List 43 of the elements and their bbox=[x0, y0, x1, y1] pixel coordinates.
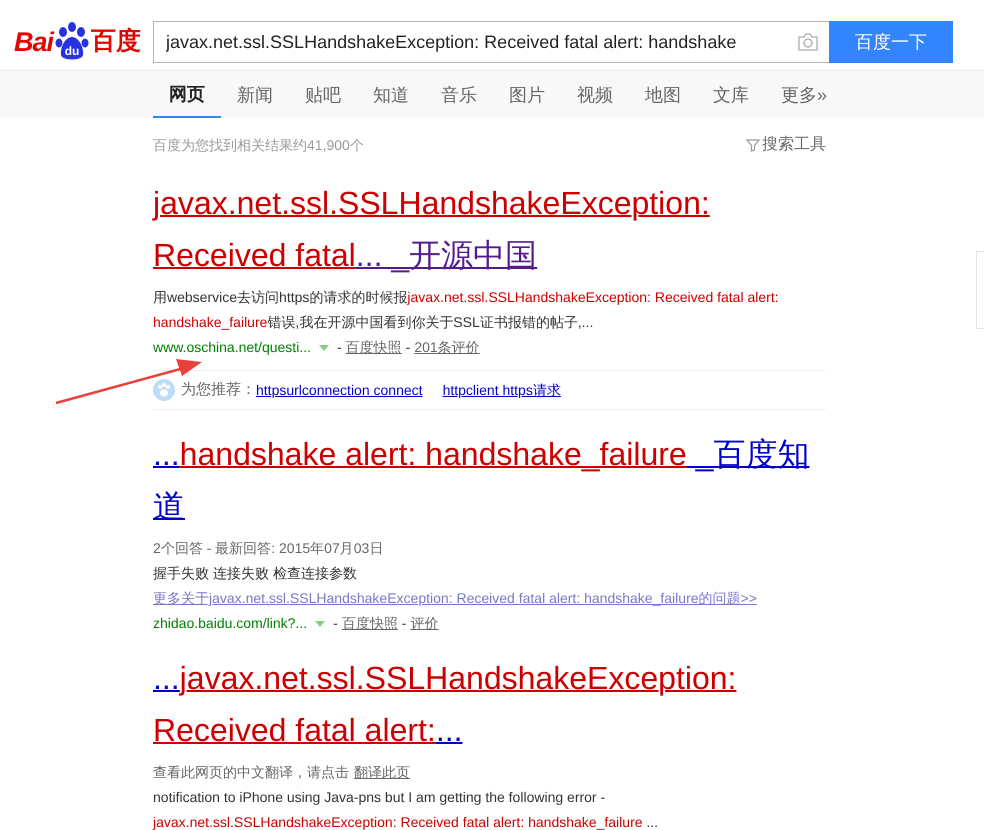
snapshot-link[interactable]: 201条评价 bbox=[414, 335, 480, 360]
result-count: 百度为您找到相关结果约41,900个 bbox=[153, 136, 364, 154]
snapshot-link[interactable]: 评价 bbox=[410, 611, 438, 636]
translate-note: 查看此网页的中文翻译，请点击 bbox=[153, 763, 349, 782]
snapshot-link[interactable]: 百度快照 bbox=[346, 335, 402, 360]
tab[interactable]: 知道 bbox=[357, 71, 425, 118]
recommend-link[interactable]: httpsurlconnection connect bbox=[256, 380, 423, 400]
tab[interactable]: 图片 bbox=[493, 71, 561, 118]
tab[interactable]: 更多» bbox=[765, 71, 844, 118]
tab[interactable]: 文库 bbox=[697, 71, 765, 118]
filter-icon[interactable] bbox=[746, 138, 760, 152]
separator: - bbox=[336, 338, 342, 357]
search-button[interactable]: 百度一下 bbox=[829, 21, 953, 63]
camera-icon[interactable] bbox=[797, 33, 819, 51]
paw-icon bbox=[153, 379, 175, 401]
caret-icon[interactable] bbox=[318, 344, 329, 350]
result-snippet: notification to iPhone using Java-pns but I am getting the following error - bbox=[153, 788, 606, 807]
search-tools-link[interactable]: 搜索工具 bbox=[762, 133, 826, 157]
tab[interactable]: 音乐 bbox=[425, 71, 493, 118]
result-url: zhidao.baidu.com/link?... bbox=[153, 614, 308, 633]
result-title[interactable]: ...handshake alert: handshake_failure _百度知道 bbox=[153, 428, 826, 532]
caret-icon[interactable] bbox=[315, 620, 326, 626]
tab[interactable]: 视频 bbox=[561, 71, 629, 118]
answer-meta: 2个回答 - 最新回答: 2015年07月03日 bbox=[153, 539, 384, 558]
result-snippet: 用webservice去访问https的请求的时候报javax.net.ssl.SSLHandshakeException: Received fatal alert: handshake_failure错误,我在开源中国看到你关于SSL证书报错的帖子,... bbox=[153, 288, 780, 332]
logo[interactable]: Bai du 百度 bbox=[14, 21, 142, 63]
more-link[interactable]: 更多关于javax.net.ssl.SSLHandshakeException: Received fatal alert: handshake_failure的问题>> bbox=[153, 590, 757, 606]
separator: - bbox=[333, 614, 338, 633]
result-snippet: javax.net.ssl.SSLHandshakeException: Received fatal alert: handshake_failure ... bbox=[153, 813, 660, 830]
tab[interactable]: 贴吧 bbox=[289, 71, 357, 118]
translate-link[interactable]: 翻译此页 bbox=[354, 760, 410, 785]
separator: - bbox=[406, 338, 410, 357]
tab[interactable]: 新闻 bbox=[221, 71, 289, 118]
result-snippet: 握手失败 连接失败 检查连接参数 bbox=[153, 564, 358, 583]
tab[interactable]: 网页 bbox=[153, 71, 221, 118]
recommend-label: 为您推荐： bbox=[181, 380, 256, 400]
snapshot-link[interactable]: 百度快照 bbox=[342, 611, 398, 636]
recommend-link[interactable]: httpclient https请求 bbox=[442, 380, 561, 400]
result-title[interactable]: javax.net.ssl.SSLHandshakeException: Received fatal... _开源中国 bbox=[153, 177, 826, 281]
separator: - bbox=[402, 614, 406, 633]
result-url: www.oschina.net/questi... bbox=[153, 338, 311, 357]
tab[interactable]: 地图 bbox=[629, 71, 697, 118]
result-title[interactable]: ...javax.net.ssl.SSLHandshakeException: Received fatal alert:... bbox=[153, 652, 826, 756]
